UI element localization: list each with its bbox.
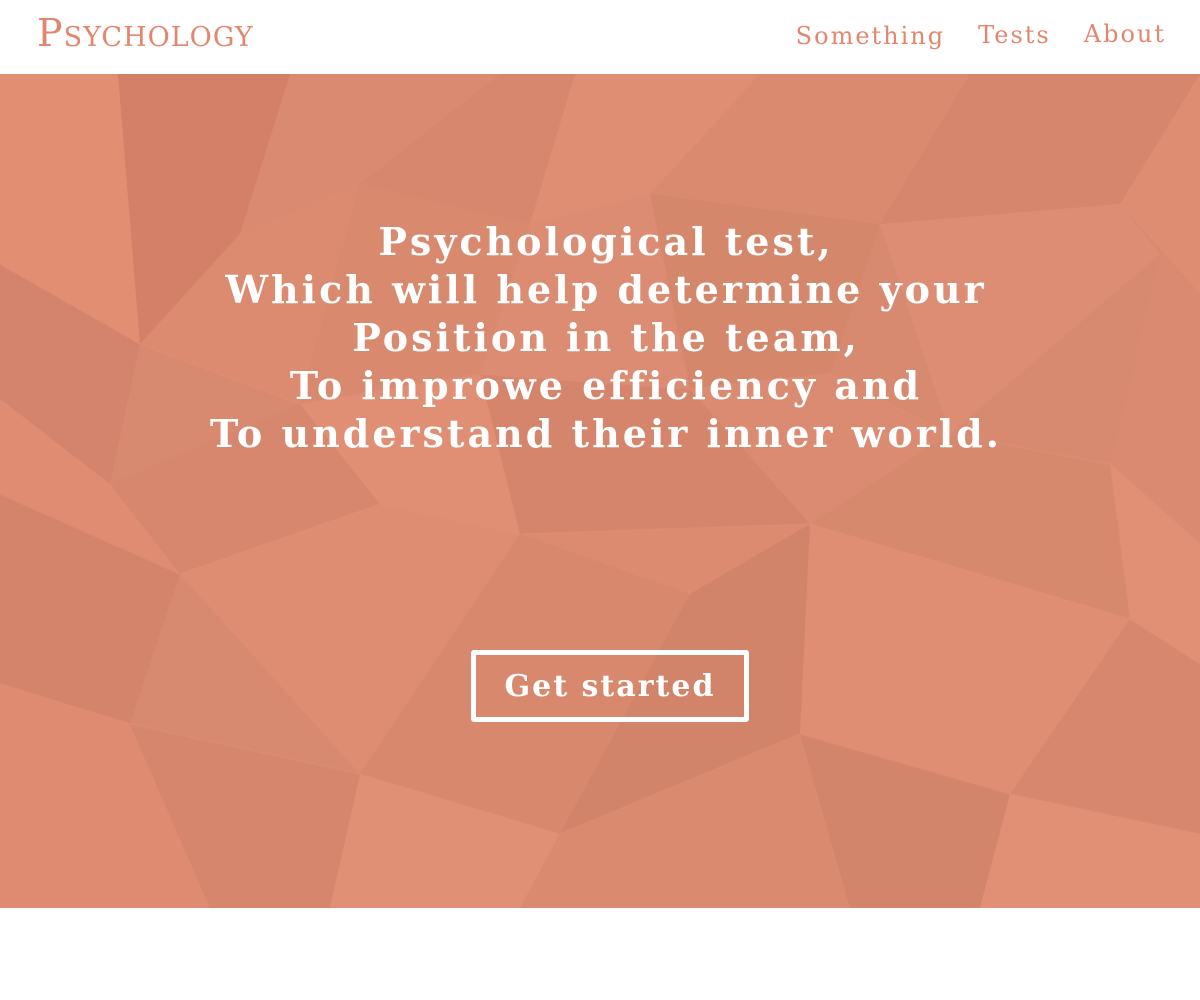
hero-background-pattern — [0, 74, 1200, 908]
hero-line: To understand their inner world. — [210, 411, 1002, 456]
hero-line: Position in the team, — [352, 315, 860, 360]
nav-item-about[interactable]: About — [1084, 22, 1166, 46]
main-nav: Something Tests About — [796, 20, 1166, 48]
hero-section: Psychological test, Which will help dete… — [0, 74, 1200, 908]
hero-line: Psychological test, — [378, 219, 834, 264]
page-bottom-whitespace — [0, 908, 1200, 1000]
nav-item-tests[interactable]: Tests — [978, 23, 1051, 47]
hero-line: To improwe efficiency and — [289, 363, 923, 408]
site-logo[interactable]: Psychology — [37, 14, 254, 52]
site-header: Psychology Something Tests About — [0, 0, 1200, 74]
nav-item-something[interactable]: Something — [796, 24, 945, 48]
hero-heading: Psychological test, Which will help dete… — [0, 218, 1200, 458]
get-started-button[interactable]: Get started — [471, 650, 749, 722]
hero-line: Which will help determine your — [225, 267, 987, 312]
